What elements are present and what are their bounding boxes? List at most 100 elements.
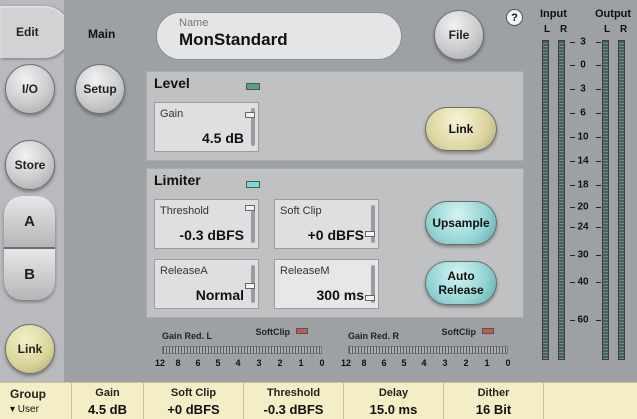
- help-icon[interactable]: ?: [506, 9, 523, 26]
- meter-scale-tick: [570, 320, 575, 321]
- status-gain: Gain 4.5 dB: [72, 383, 144, 419]
- gain-red-scale-label: 2: [463, 358, 469, 368]
- gain-red-scale-label: 4: [421, 358, 427, 368]
- meter-scale-label: 60: [577, 314, 589, 326]
- gain-red-scale-label: 4: [235, 358, 241, 368]
- group-selector[interactable]: Group ▾ User: [0, 383, 72, 419]
- gain-red-scale-label: 12: [154, 358, 166, 368]
- gain-field[interactable]: Gain 4.5 dB: [154, 102, 259, 152]
- threshold-label: Threshold: [160, 205, 209, 217]
- threshold-value: -0.3 dBFS: [179, 227, 244, 243]
- input-r-label: R: [560, 24, 568, 35]
- output-r-label: R: [620, 24, 628, 35]
- meter-scale-tick: [570, 113, 575, 114]
- status-gain-value: 4.5 dB: [87, 402, 127, 417]
- releaseA-field[interactable]: ReleaseA Normal: [154, 259, 259, 309]
- releaseA-value: Normal: [195, 287, 244, 303]
- gain-red-scale-label: 5: [215, 358, 221, 368]
- threshold-slider-handle[interactable]: [245, 205, 255, 211]
- softclip-slider[interactable]: [365, 205, 375, 243]
- status-threshold-value: -0.3 dBFS: [263, 402, 324, 417]
- output-meter-label: Output: [595, 8, 632, 20]
- level-title: Level: [154, 75, 190, 91]
- softclip-l-led: [296, 328, 308, 334]
- status-gain-label: Gain: [95, 387, 120, 399]
- b-button[interactable]: B: [4, 249, 55, 300]
- status-bar: Group ▾ User Gain 4.5 dB Soft Clip +0 dB…: [0, 382, 637, 419]
- meter-scale-label: 3: [580, 36, 586, 48]
- input-l-meter: [542, 40, 549, 360]
- limiter-panel: Limiter Threshold -0.3 dBFS Soft Clip +0…: [146, 168, 524, 318]
- gain-red-scale-label: 1: [484, 358, 490, 368]
- input-meter-label: Input: [540, 8, 567, 20]
- level-meters: Input Output L R L R 3 0 3 6 10 14 18 20 24 30 40 6…: [528, 0, 637, 382]
- auto-release-button[interactable]: Auto Release: [425, 261, 497, 305]
- meter-scale-label: 0: [580, 59, 586, 71]
- gain-red-scale-label: 6: [381, 358, 387, 368]
- preset-name-field[interactable]: Name MonStandard: [156, 12, 402, 60]
- meter-scale-tick: [570, 89, 575, 90]
- threshold-field[interactable]: Threshold -0.3 dBFS: [154, 199, 259, 249]
- gain-red-r-scale: 12 8 6 5 4 3 2 1 0: [341, 358, 511, 370]
- meter-scale-tick: [596, 282, 601, 283]
- meter-scale-tick: [570, 282, 575, 283]
- ab-selector: A B: [4, 196, 55, 300]
- meter-scale-tick: [570, 227, 575, 228]
- meter-scale-tick: [596, 89, 601, 90]
- level-led: [246, 83, 260, 90]
- softclip-r-led: [482, 328, 494, 334]
- status-dither-label: Dither: [477, 387, 510, 399]
- gain-red-scale-label: 3: [442, 358, 448, 368]
- releaseM-slider-handle[interactable]: [365, 295, 375, 301]
- gain-red-l-label: Gain Red. L: [162, 331, 213, 341]
- meter-scale-tick: [596, 320, 601, 321]
- meter-scale-label: 18: [577, 179, 589, 191]
- releaseA-slider-handle[interactable]: [245, 283, 255, 289]
- meter-scale-tick: [570, 137, 575, 138]
- group-label: Group: [10, 387, 46, 401]
- softclip-slider-handle[interactable]: [365, 231, 375, 237]
- output-r-meter: [618, 40, 625, 360]
- meter-scale-label: 3: [580, 83, 586, 95]
- meter-scale-tick: [596, 161, 601, 162]
- softclip-l-label: SoftClip: [255, 327, 291, 337]
- tab-main[interactable]: Main: [76, 8, 162, 60]
- releaseM-slider[interactable]: [365, 265, 375, 303]
- threshold-slider[interactable]: [245, 205, 255, 243]
- status-threshold: Threshold -0.3 dBFS: [244, 383, 344, 419]
- gain-red-scale-label: 0: [319, 358, 325, 368]
- gain-red-r-label: Gain Red. R: [348, 331, 400, 341]
- status-softclip-label: Soft Clip: [170, 387, 217, 399]
- gain-slider[interactable]: [245, 108, 255, 146]
- status-threshold-label: Threshold: [266, 387, 321, 399]
- softclip-field[interactable]: Soft Clip +0 dBFS: [274, 199, 379, 249]
- meter-scale-tick: [570, 185, 575, 186]
- releaseM-field[interactable]: ReleaseM 300 ms: [274, 259, 379, 309]
- releaseM-value: 300 ms: [316, 287, 364, 303]
- link-ab-button[interactable]: Link: [5, 324, 55, 374]
- level-link-button[interactable]: Link: [425, 107, 497, 151]
- store-button[interactable]: Store: [5, 140, 55, 190]
- status-softclip-value: +0 dBFS: [167, 402, 220, 417]
- gain-label: Gain: [160, 108, 184, 120]
- setup-button[interactable]: Setup: [75, 64, 125, 114]
- a-button[interactable]: A: [4, 196, 55, 247]
- gain-red-scale-label: 6: [195, 358, 201, 368]
- meter-scale-label: 40: [577, 276, 589, 288]
- releaseA-slider[interactable]: [245, 265, 255, 303]
- meter-scale-tick: [596, 227, 601, 228]
- gain-red-scale-label: 3: [256, 358, 262, 368]
- meter-scale-tick: [570, 65, 575, 66]
- meter-scale-tick: [596, 65, 601, 66]
- tab-edit[interactable]: Edit: [0, 6, 70, 58]
- io-button[interactable]: I/O: [5, 64, 55, 114]
- file-button[interactable]: File: [434, 10, 484, 60]
- gain-slider-handle[interactable]: [245, 112, 255, 118]
- softclip-label: Soft Clip: [280, 205, 322, 217]
- output-l-label: L: [604, 24, 611, 35]
- upsample-button[interactable]: Upsample: [425, 201, 497, 245]
- left-nav: Edit I/O Store A B Link: [0, 0, 70, 382]
- gain-red-scale-label: 8: [361, 358, 367, 368]
- gain-red-scale-label: 8: [175, 358, 181, 368]
- group-value: ▾ User: [10, 404, 39, 415]
